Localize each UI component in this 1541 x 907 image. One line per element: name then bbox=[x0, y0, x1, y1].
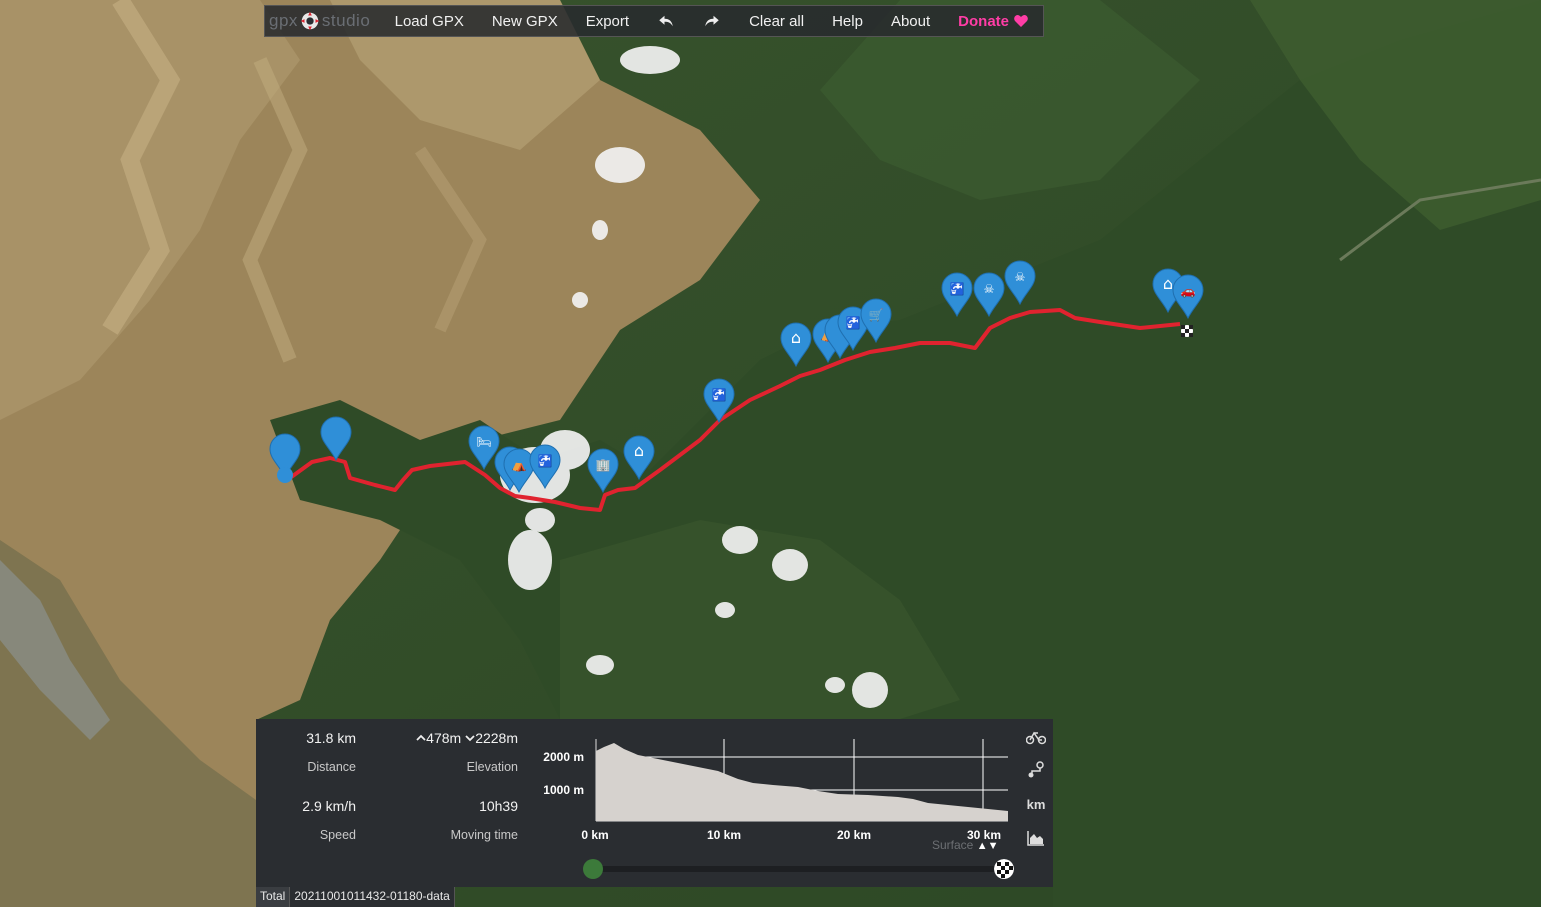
car-icon: 🚗 bbox=[1181, 284, 1196, 298]
shopping-cart-icon: 🛒 bbox=[869, 308, 884, 322]
logo-text-studio: studio bbox=[321, 11, 371, 30]
undo-icon bbox=[659, 15, 673, 27]
waypoint-building-icon[interactable]: 🏢 bbox=[587, 448, 619, 494]
distance-label: Distance bbox=[307, 760, 356, 774]
speed-label: Speed bbox=[319, 828, 356, 842]
speed-graph-toggle[interactable] bbox=[1025, 726, 1047, 748]
arrow-down-icon bbox=[465, 735, 475, 742]
gpx-studio-logo[interactable]: gpx studio bbox=[265, 5, 381, 37]
elevation-graph-toggle[interactable] bbox=[1025, 827, 1047, 849]
waypoint-marker[interactable] bbox=[320, 416, 352, 462]
surface-label: Surface bbox=[932, 838, 974, 852]
bed-icon: 🛏 bbox=[476, 435, 491, 449]
surface-toggle-icon[interactable]: ▲▼ bbox=[977, 840, 999, 852]
clear-all-button[interactable]: Clear all bbox=[735, 5, 818, 37]
units-toggle[interactable]: km bbox=[1025, 793, 1047, 815]
waypoint-water-tap-icon[interactable]: 🚰 bbox=[529, 444, 561, 490]
waypoint-house-icon[interactable]: ⌂ bbox=[623, 435, 655, 481]
tab-trace-file[interactable]: 20211001011432-01180-data bbox=[290, 887, 455, 907]
route-graph-toggle[interactable] bbox=[1025, 759, 1047, 781]
water-tap-icon: 🚰 bbox=[712, 388, 727, 402]
elevation-profile-chart[interactable]: 2000 m 1000 m 0 km 10 km 20 km 30 km bbox=[528, 719, 1018, 887]
range-slider-end-handle[interactable] bbox=[994, 859, 1014, 879]
track-start-point[interactable] bbox=[277, 467, 293, 483]
about-button[interactable]: About bbox=[877, 5, 944, 37]
waypoint-house-icon[interactable]: ⌂ bbox=[780, 322, 812, 368]
undo-button[interactable] bbox=[643, 5, 689, 37]
gpx-track[interactable] bbox=[288, 308, 1181, 512]
chart-options-sidebar: km bbox=[1018, 719, 1053, 887]
elevation-gain: 478m bbox=[426, 730, 462, 746]
water-tap-icon: 🚰 bbox=[950, 282, 965, 296]
waypoint-water-tap-icon[interactable]: 🚰 bbox=[941, 272, 973, 318]
donate-button[interactable]: Donate bbox=[944, 5, 1043, 37]
logo-gear-icon bbox=[300, 11, 320, 31]
house-icon: ⌂ bbox=[1163, 274, 1173, 293]
export-button[interactable]: Export bbox=[572, 5, 643, 37]
range-slider-track[interactable] bbox=[594, 866, 1006, 872]
x-tick-0: 0 km bbox=[581, 828, 608, 842]
waypoint-skull-crossbones-icon[interactable]: ☠ bbox=[973, 272, 1005, 318]
waypoint-bed-icon[interactable]: 🛏 bbox=[468, 425, 500, 471]
area-chart-icon bbox=[1027, 831, 1044, 846]
tent-icon: ⛺ bbox=[512, 458, 527, 472]
water-tap-icon: 🚰 bbox=[846, 316, 861, 330]
trace-tabs: Total 20211001011432-01180-data bbox=[256, 887, 455, 907]
distance-value: 31.8 km bbox=[306, 730, 356, 746]
logo-text-gpx: gpx bbox=[269, 11, 298, 30]
help-button[interactable]: Help bbox=[818, 5, 877, 37]
y-tick-1000: 1000 m bbox=[543, 783, 584, 797]
x-tick-20: 20 km bbox=[837, 828, 871, 842]
x-tick-10: 10 km bbox=[707, 828, 741, 842]
elevation-label: Elevation bbox=[466, 760, 518, 774]
bicycle-icon bbox=[1026, 731, 1046, 745]
surface-selector[interactable]: Surface ▲▼ bbox=[932, 838, 998, 852]
range-slider-start-handle[interactable] bbox=[583, 859, 603, 879]
building-icon: 🏢 bbox=[596, 458, 611, 472]
donate-label: Donate bbox=[958, 12, 1009, 30]
elevation-profile-area bbox=[596, 743, 1008, 821]
waypoint-car-icon[interactable]: 🚗 bbox=[1172, 274, 1204, 320]
redo-icon bbox=[705, 15, 719, 27]
heart-icon bbox=[1014, 15, 1028, 27]
speed-value: 2.9 km/h bbox=[302, 798, 356, 814]
new-gpx-button[interactable]: New GPX bbox=[478, 5, 572, 37]
moving-time-value: 10h39 bbox=[479, 798, 518, 814]
skull-crossbones-icon: ☠ bbox=[984, 282, 995, 296]
elevation-loss: 2228m bbox=[475, 730, 518, 746]
skull-crossbones-icon: ☠ bbox=[1015, 270, 1026, 284]
elevation-value: 478m 2228m bbox=[396, 730, 518, 746]
waypoint-shopping-cart-icon[interactable]: 🛒 bbox=[860, 298, 892, 344]
arrow-up-icon bbox=[416, 734, 426, 741]
house-icon: ⌂ bbox=[634, 441, 644, 460]
main-toolbar: gpx studio Load GPX New GPX Export Clear… bbox=[264, 5, 1044, 37]
water-tap-icon: 🚰 bbox=[538, 454, 553, 468]
redo-button[interactable] bbox=[689, 5, 735, 37]
statistics-panel: 31.8 km Distance 478m 2228m Elevation 2.… bbox=[256, 719, 1053, 887]
tab-total[interactable]: Total bbox=[256, 887, 291, 907]
load-gpx-button[interactable]: Load GPX bbox=[381, 5, 478, 37]
house-icon: ⌂ bbox=[791, 328, 801, 347]
route-icon bbox=[1028, 761, 1044, 778]
waypoint-skull-crossbones-icon[interactable]: ☠ bbox=[1004, 260, 1036, 306]
moving-time-label: Moving time bbox=[450, 828, 518, 842]
y-tick-2000: 2000 m bbox=[543, 750, 584, 764]
track-end-flag-icon[interactable] bbox=[1181, 325, 1193, 337]
stats-block: 31.8 km Distance 478m 2228m Elevation 2.… bbox=[256, 719, 528, 887]
